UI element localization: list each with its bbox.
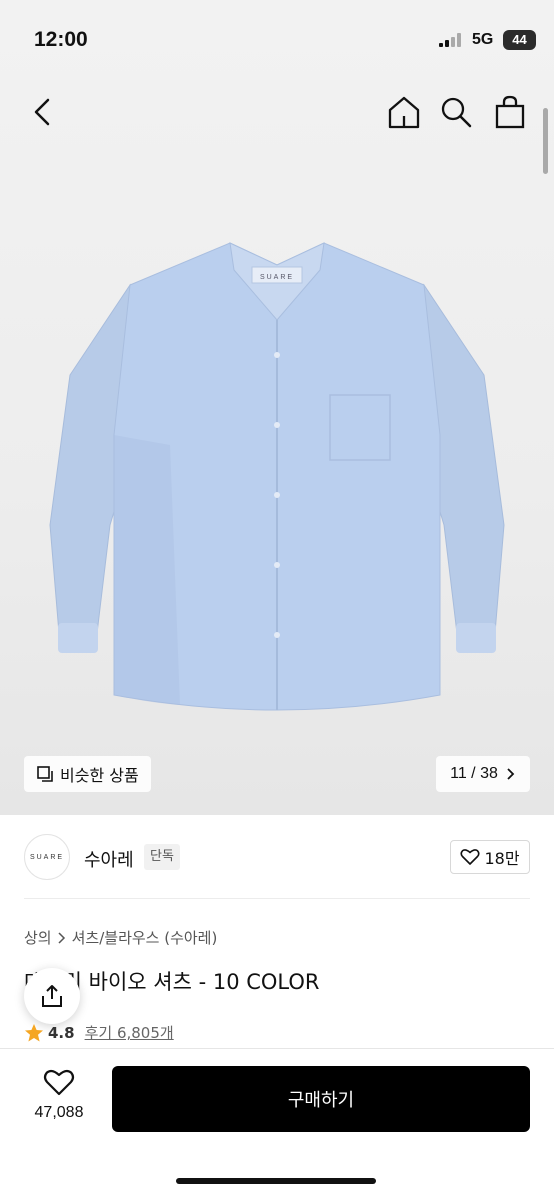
heart-icon [460, 849, 480, 865]
brand-like-count: 18만 [484, 849, 520, 868]
svg-text:SUARE: SUARE [260, 274, 294, 281]
status-time: 12:00 [34, 28, 88, 51]
search-icon[interactable] [436, 92, 476, 132]
breadcrumb: 상의 셔츠/블라우스 (수아레) [24, 927, 217, 948]
heart-icon [43, 1069, 75, 1096]
battery-indicator: 44 [503, 30, 536, 50]
page-indicator: 11 / 38 [450, 765, 498, 782]
scrollbar[interactable] [543, 108, 548, 174]
back-icon[interactable] [24, 92, 64, 132]
buy-button[interactable]: 구매하기 [112, 1066, 530, 1132]
brand-name[interactable]: 수아레 [84, 846, 134, 872]
brand-logo[interactable]: SUARE [24, 834, 70, 880]
bag-icon[interactable] [490, 92, 530, 132]
rating-score: 4.8 [48, 1023, 75, 1042]
copy-icon [37, 766, 53, 782]
wishlist-button[interactable]: 47,088 [24, 1068, 94, 1122]
breadcrumb-subcategory[interactable]: 셔츠/블라우스 (수아레) [72, 927, 218, 948]
exclusive-badge: 단독 [144, 844, 180, 870]
image-pager[interactable]: 11 / 38 [436, 756, 530, 792]
similar-products-button[interactable]: 비슷한 상품 [24, 756, 151, 792]
brand-like-button[interactable]: 18만 [450, 840, 530, 874]
chevron-right-icon [58, 931, 65, 944]
brand-logo-text: SUARE [29, 853, 65, 861]
rating-row: 4.8 후기 6,805개 [24, 1022, 174, 1043]
shirt-image: SUARE [49, 242, 505, 711]
network-label: 5G [472, 31, 494, 48]
share-button[interactable] [24, 968, 80, 1024]
divider [24, 898, 530, 899]
share-icon [42, 985, 62, 1007]
status-bar: 12:00 5G 44 [0, 0, 554, 80]
wishlist-count: 47,088 [34, 1104, 84, 1121]
breadcrumb-category[interactable]: 상의 [24, 927, 52, 948]
star-icon [25, 1023, 43, 1041]
similar-products-label: 비슷한 상품 [60, 766, 139, 785]
signal-icon [439, 33, 461, 47]
chevron-right-icon [507, 768, 515, 780]
home-icon[interactable] [384, 92, 424, 132]
buy-button-label: 구매하기 [287, 1090, 355, 1111]
reviews-link[interactable]: 후기 6,805개 [85, 1022, 174, 1043]
home-indicator [176, 1178, 376, 1184]
